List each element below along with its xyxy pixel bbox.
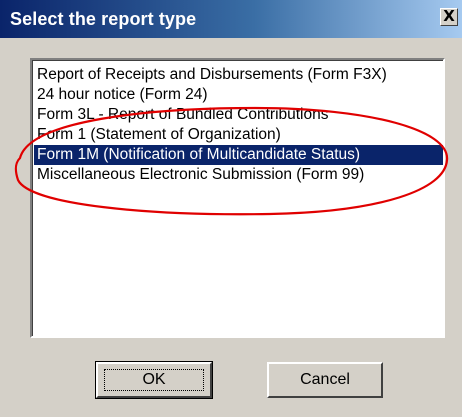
focus-rectangle	[104, 369, 204, 391]
cancel-button[interactable]: Cancel	[267, 362, 383, 398]
close-icon: X	[443, 7, 455, 25]
dialog-title: Select the report type	[10, 9, 197, 29]
list-item-form-1[interactable]: Form 1 (Statement of Organization)	[34, 125, 443, 145]
list-item-form-f3x[interactable]: Report of Receipts and Disbursements (Fo…	[34, 65, 443, 85]
close-button[interactable]: X	[440, 7, 458, 26]
list-item-form-24[interactable]: 24 hour notice (Form 24)	[34, 85, 443, 105]
list-item-form-99[interactable]: Miscellaneous Electronic Submission (For…	[34, 165, 443, 185]
title-bar[interactable]: Select the report type X	[0, 0, 462, 38]
select-report-type-dialog: Select the report type X Report of Recei…	[0, 0, 462, 417]
cancel-button-label: Cancel	[300, 371, 350, 388]
list-item-form-1m[interactable]: Form 1M (Notification of Multicandidate …	[34, 145, 443, 165]
report-type-listbox[interactable]: Report of Receipts and Disbursements (Fo…	[30, 58, 445, 338]
list-item-form-3l[interactable]: Form 3L - Report of Bundled Contribution…	[34, 105, 443, 125]
ok-button[interactable]: OK	[95, 361, 213, 399]
